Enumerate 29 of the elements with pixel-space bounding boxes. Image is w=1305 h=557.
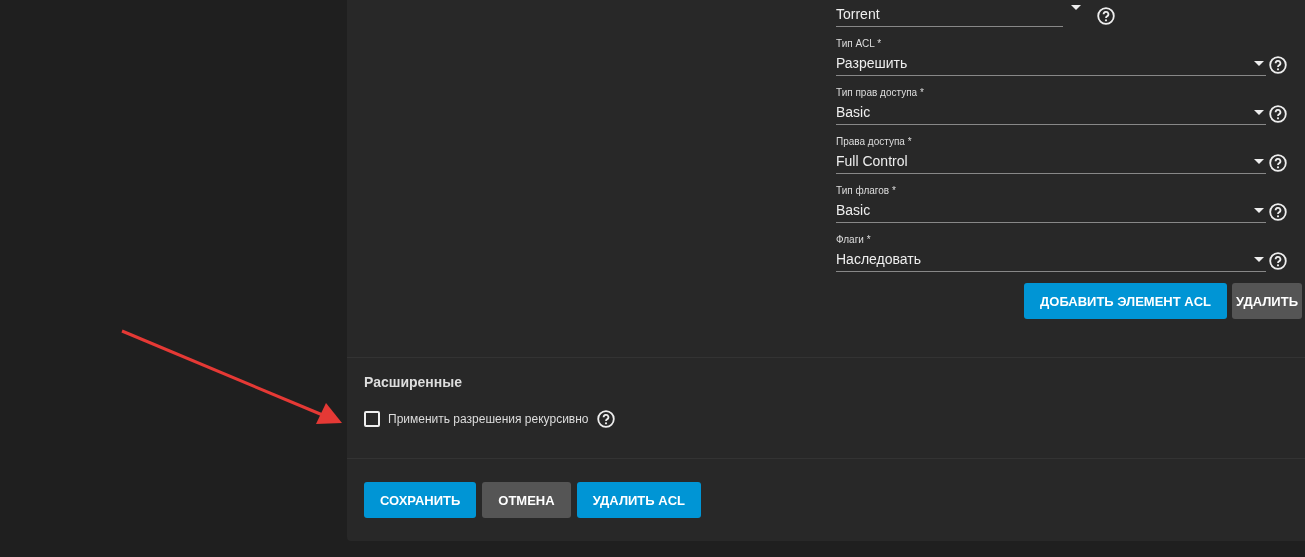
field-label: Права доступа * [836,136,913,148]
select-field[interactable]: Basic [836,103,1266,125]
select-field[interactable]: Наследовать [836,250,1266,272]
field-label: Тип прав доступа * [836,87,925,99]
select-field[interactable]: Torrent [836,5,1063,27]
caret-icon [1254,109,1264,115]
caret-icon [1254,207,1264,213]
help-icon[interactable] [1269,56,1287,74]
help-icon[interactable] [1269,105,1287,123]
action-button[interactable]: УДАЛИТЬ [1232,283,1302,319]
section-title: Расширенные [364,373,463,390]
select-field[interactable]: Full Control [836,152,1266,174]
select-field[interactable]: Разрешить [836,54,1266,76]
field-label: Тип ACL * [836,38,883,50]
caret-icon [1071,5,1081,10]
help-icon[interactable] [1097,7,1115,25]
action-button[interactable]: ОТМЕНА [482,482,571,518]
caret-icon [1254,256,1264,262]
checkbox[interactable] [364,410,380,427]
caret-icon [1254,60,1264,66]
caret-icon [1254,158,1264,164]
help-icon[interactable] [1269,154,1287,172]
help-icon[interactable] [596,409,615,428]
checkbox-label: Применить разрешения рекурсивно [388,411,589,426]
select-field[interactable]: Basic [836,201,1266,223]
field-label: Тип флагов * [836,185,897,197]
help-icon[interactable] [1269,252,1287,270]
help-icon[interactable] [1269,203,1287,221]
field-label: Флаги * [836,234,872,246]
